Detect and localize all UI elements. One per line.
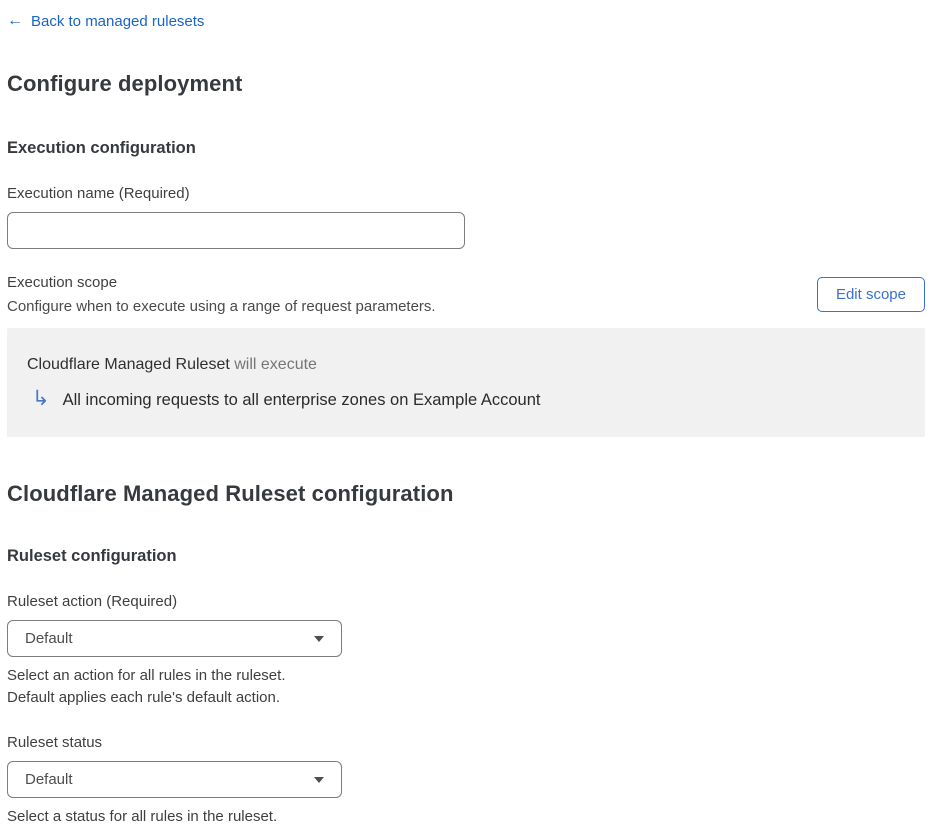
ruleset-status-label: Ruleset status: [7, 734, 103, 751]
execution-summary-panel: Cloudflare Managed Ruleset will execute …: [7, 328, 925, 437]
chevron-down-icon: [314, 635, 324, 642]
summary-suffix: will execute: [229, 356, 317, 373]
ruleset-status-select[interactable]: Default: [7, 761, 342, 798]
execution-scope-label: Execution scope: [7, 274, 118, 291]
ruleset-configuration-title: Cloudflare Managed Ruleset configuration: [7, 481, 454, 506]
ruleset-status-help: Select a status for all rules in the rul…: [7, 808, 278, 825]
execution-configuration-heading: Execution configuration: [7, 139, 196, 157]
ruleset-action-value: Default: [25, 630, 73, 647]
execution-name-label: Execution name (Required): [7, 185, 190, 202]
execution-name-input[interactable]: [7, 212, 465, 249]
ruleset-configuration-subheading: Ruleset configuration: [7, 547, 177, 565]
summary-ruleset-name: Cloudflare Managed Ruleset: [27, 356, 230, 373]
ruleset-action-label: Ruleset action (Required): [7, 593, 178, 610]
execution-summary-scope-line: ↳ All incoming requests to all enterpris…: [27, 388, 905, 413]
ruleset-action-help-2: Default applies each rule's default acti…: [7, 689, 281, 706]
execution-scope-text-block: Execution scope Configure when to execut…: [7, 274, 436, 315]
configure-deployment-page: ← Back to managed rulesets Configure dep…: [0, 0, 931, 828]
summary-scope-text: All incoming requests to all enterprise …: [62, 391, 541, 409]
chevron-down-icon: [314, 776, 324, 783]
ruleset-action-select[interactable]: Default: [7, 620, 342, 657]
branch-arrow-icon: ↳: [32, 387, 50, 410]
edit-scope-button[interactable]: Edit scope: [816, 277, 925, 312]
back-arrow-icon: ←: [7, 12, 23, 29]
ruleset-action-help-1: Select an action for all rules in the ru…: [7, 667, 286, 684]
back-link-label: Back to managed rulesets: [31, 12, 205, 30]
page-title: Configure deployment: [7, 71, 243, 96]
execution-summary-line: Cloudflare Managed Ruleset will execute: [27, 356, 905, 374]
execution-scope-description: Configure when to execute using a range …: [7, 298, 436, 315]
ruleset-status-value: Default: [25, 771, 73, 788]
back-to-managed-rulesets-link[interactable]: ← Back to managed rulesets: [7, 13, 204, 30]
execution-scope-row: Execution scope Configure when to execut…: [7, 274, 925, 315]
